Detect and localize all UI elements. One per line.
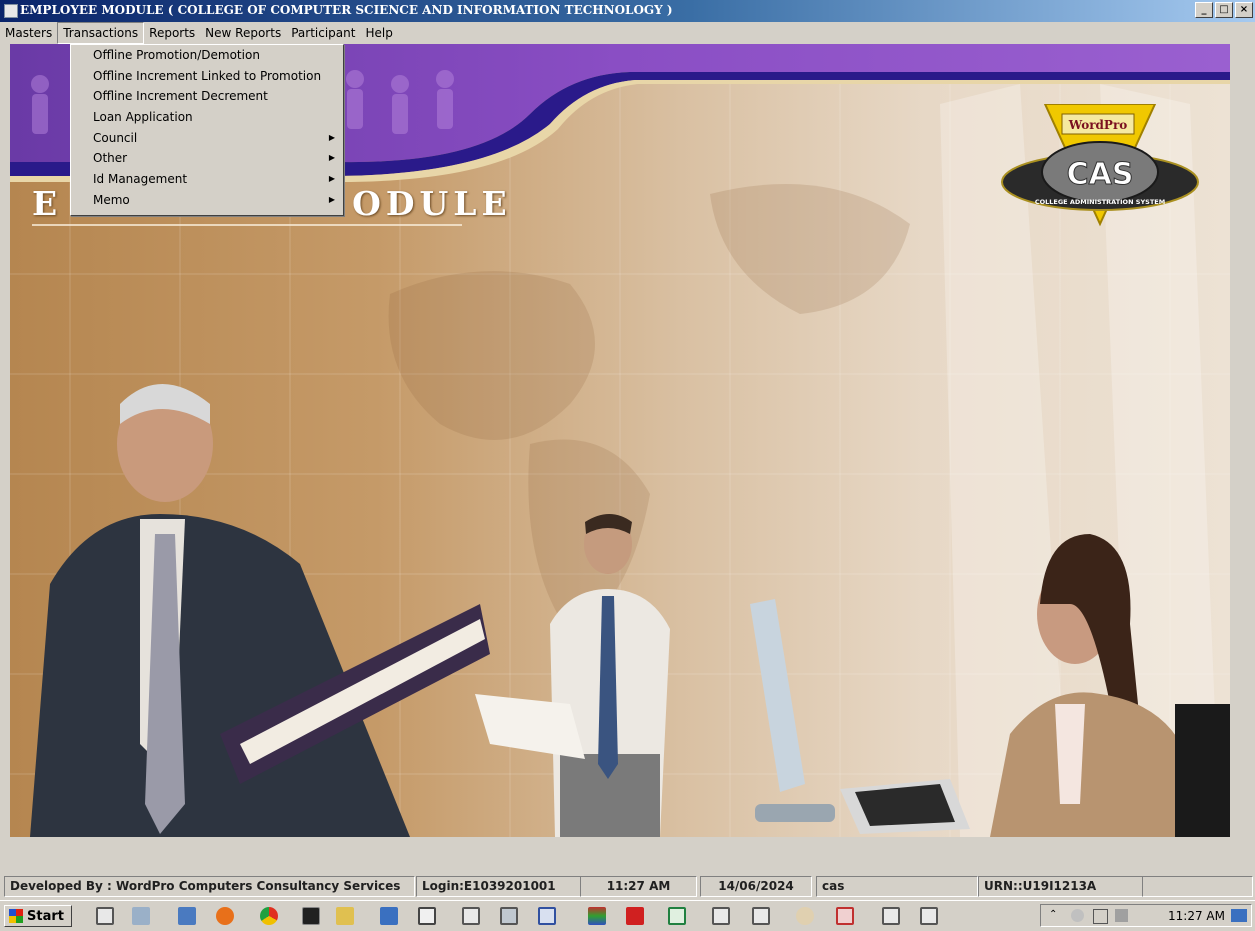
menu-item-id-management[interactable]: Id Management ▶	[71, 169, 343, 190]
title-underline	[32, 224, 462, 226]
menu-item-label: Memo	[93, 192, 130, 207]
submenu-arrow-icon: ▶	[328, 174, 335, 184]
command-prompt-icon[interactable]	[302, 907, 320, 925]
taskbar: Start ⌃ 11:27 AM	[0, 900, 1255, 931]
minimize-button[interactable]: _	[1195, 2, 1213, 18]
menu-item-other[interactable]: Other ▶	[71, 148, 343, 169]
menu-participant[interactable]: Participant	[286, 23, 360, 43]
pdf-icon[interactable]	[626, 907, 644, 925]
status-bar: Developed By : WordPro Computers Consult…	[0, 874, 1255, 899]
excel-icon[interactable]	[668, 907, 686, 925]
menu-new-reports[interactable]: New Reports	[200, 23, 286, 43]
menu-item-offline-increment-decrement[interactable]: Offline Increment Decrement	[71, 86, 343, 107]
svg-text:COLLEGE ADMINISTRATION SYSTEM: COLLEGE ADMINISTRATION SYSTEM	[1035, 198, 1165, 206]
menu-item-offline-promotion[interactable]: Offline Promotion/Demotion	[71, 45, 343, 66]
menu-help[interactable]: Help	[360, 23, 397, 43]
firefox-icon[interactable]	[216, 907, 234, 925]
status-time: 11:27 AM	[580, 876, 697, 897]
show-desktop-icon[interactable]	[1231, 909, 1247, 922]
window-title: EMPLOYEE MODULE ( COLLEGE OF COMPUTER SC…	[20, 3, 673, 17]
system-tray: ⌃ 11:27 AM	[1040, 904, 1252, 927]
google-app-icon[interactable]	[380, 907, 398, 925]
photo-icon[interactable]	[178, 907, 196, 925]
menu-item-label: Offline Promotion/Demotion	[93, 48, 260, 62]
start-button[interactable]: Start	[4, 905, 72, 927]
paint-icon[interactable]	[796, 907, 814, 925]
status-urn: URN::U19I1213A	[978, 876, 1143, 897]
module-title-right: ODULE	[352, 184, 512, 223]
speaker-muted-icon[interactable]	[1071, 909, 1084, 922]
title-bar[interactable]: EMPLOYEE MODULE ( COLLEGE OF COMPUTER SC…	[0, 0, 1255, 22]
submenu-arrow-icon: ▶	[328, 153, 335, 163]
menu-item-label: Council	[93, 130, 138, 145]
menu-item-council[interactable]: Council ▶	[71, 128, 343, 149]
task-window-icon[interactable]	[712, 907, 730, 925]
menu-item-memo[interactable]: Memo ▶	[71, 190, 343, 211]
menu-bar: Masters Transactions Reports New Reports…	[0, 22, 1255, 44]
task-window-icon[interactable]	[920, 907, 938, 925]
photo-people	[30, 384, 1230, 837]
menu-item-label: Other	[93, 151, 128, 166]
windows-logo-icon	[9, 909, 23, 923]
transactions-dropdown: Offline Promotion/Demotion Offline Incre…	[70, 44, 344, 216]
menu-item-label: Offline Increment Decrement	[93, 89, 268, 104]
status-login: Login:E1039201001	[416, 876, 581, 897]
flag-icon[interactable]	[1093, 909, 1108, 924]
word-icon[interactable]	[538, 907, 556, 925]
task-window-icon[interactable]	[418, 907, 436, 925]
maximize-button[interactable]: □	[1215, 2, 1233, 18]
menu-reports[interactable]: Reports	[144, 23, 200, 43]
submenu-arrow-icon: ▶	[328, 194, 335, 204]
menu-item-offline-increment-linked[interactable]: Offline Increment Linked to Promotion	[71, 66, 343, 87]
task-window-icon[interactable]	[752, 907, 770, 925]
chrome-icon[interactable]	[260, 907, 278, 925]
cas-logo: WordPro CAS COLLEGE ADMINISTRATION SYSTE…	[1001, 104, 1199, 227]
network-icon[interactable]	[132, 907, 150, 925]
svg-text:WordPro: WordPro	[1068, 118, 1128, 132]
menu-item-label: Id Management	[93, 172, 188, 187]
tray-clock[interactable]: 11:27 AM	[1168, 909, 1225, 923]
menu-masters[interactable]: Masters	[0, 23, 57, 43]
status-user: cas	[816, 876, 978, 897]
task-window-icon[interactable]	[462, 907, 480, 925]
menu-item-label: Loan Application	[93, 110, 193, 125]
window-controls: _ □ ×	[1195, 2, 1253, 18]
module-title-left: E	[32, 184, 63, 223]
close-button[interactable]: ×	[1235, 2, 1253, 18]
image-viewer-icon[interactable]	[836, 907, 854, 925]
status-developer: Developed By : WordPro Computers Consult…	[4, 876, 415, 897]
menu-transactions[interactable]: Transactions	[57, 22, 145, 44]
submenu-arrow-icon: ▶	[328, 132, 335, 142]
menu-item-loan-application[interactable]: Loan Application	[71, 107, 343, 128]
svg-text:CAS: CAS	[1067, 157, 1134, 192]
status-empty-panel	[1142, 876, 1253, 897]
menu-item-label: Offline Increment Linked to Promotion	[93, 68, 322, 83]
status-date: 14/06/2024	[700, 876, 812, 897]
start-label: Start	[27, 908, 64, 924]
library-icon[interactable]	[588, 907, 606, 925]
folder-icon[interactable]	[336, 907, 354, 925]
app-icon	[4, 4, 18, 18]
task-window-icon[interactable]	[882, 907, 900, 925]
network-tray-icon[interactable]	[1115, 909, 1128, 922]
chevron-up-icon[interactable]: ⌃	[1049, 909, 1062, 922]
task-window-icon[interactable]	[500, 907, 518, 925]
app-window-icon[interactable]	[96, 907, 114, 925]
